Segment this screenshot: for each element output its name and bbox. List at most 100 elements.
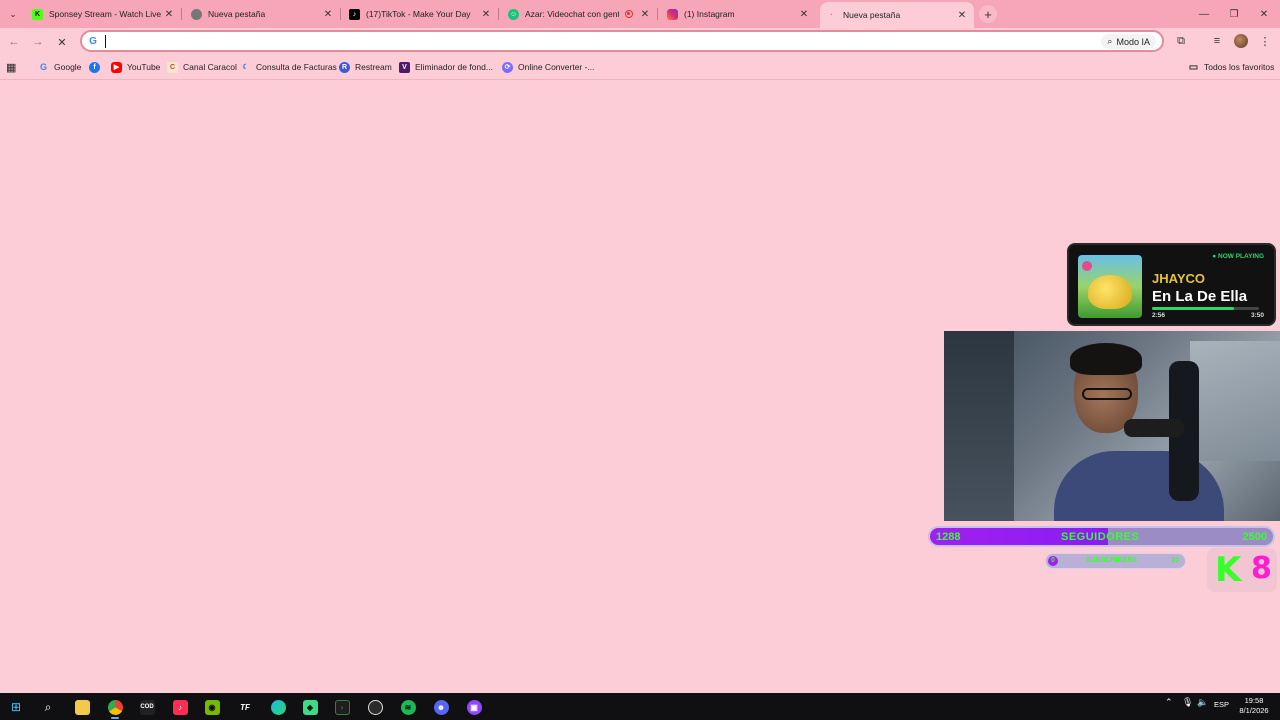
clock-date: 8/1/2026 bbox=[1239, 706, 1269, 715]
forward-button[interactable]: → bbox=[28, 33, 48, 51]
google-icon: G bbox=[89, 35, 97, 47]
show-hidden-icons-button[interactable]: ⌃ bbox=[1165, 697, 1173, 708]
media-controls-button[interactable]: ≡ bbox=[1209, 33, 1225, 49]
tab-tiktok[interactable]: ♪ (17)TikTok - Make Your Day ✕ bbox=[343, 4, 499, 24]
arrow-right-icon: → bbox=[32, 36, 44, 48]
search-icon: ⌕ bbox=[44, 699, 52, 714]
close-icon[interactable]: ✕ bbox=[480, 9, 492, 20]
extensions-button[interactable]: ⧉ bbox=[1173, 33, 1189, 49]
all-bookmarks-button[interactable]: ▭ Todos los favoritos bbox=[1188, 59, 1275, 75]
nvidia-icon: ◉ bbox=[204, 699, 220, 715]
close-icon[interactable]: ✕ bbox=[956, 10, 968, 21]
taskbar-tiktok[interactable]: ♪ bbox=[169, 696, 191, 718]
tab-search-button[interactable]: ⌄ bbox=[4, 5, 22, 23]
song-title: En La De Ella bbox=[1152, 288, 1248, 305]
windows-taskbar: ⊞ ⌕ COD ♪ ◉ TF ◈ › ≋ ☻ ▣ ⌃ 🎙 🔈 ESP 19:58… bbox=[0, 693, 1280, 720]
file-explorer-icon bbox=[74, 699, 90, 715]
taskbar-obs[interactable] bbox=[364, 696, 386, 718]
tab-azar[interactable]: ☺ Azar: Videochat con gente ✕ bbox=[502, 4, 658, 24]
kick-badge: K 8 bbox=[1207, 548, 1277, 592]
taskbar-nvidia[interactable]: ◉ bbox=[201, 696, 223, 718]
bookmark-online-converter[interactable]: ⟳ Online Converter -... bbox=[502, 59, 595, 75]
bookmark-eliminador-fondo[interactable]: V Eliminador de fond... bbox=[399, 59, 493, 75]
chevron-up-icon: ⌃ bbox=[1165, 697, 1173, 707]
taskbar-discord[interactable]: ☻ bbox=[430, 696, 452, 718]
follower-goal: 2500 bbox=[1242, 531, 1267, 543]
back-button[interactable]: ← bbox=[4, 33, 24, 51]
language-indicator[interactable]: ESP bbox=[1214, 700, 1229, 709]
more-vertical-icon: ⋮ bbox=[1259, 35, 1271, 48]
kick-logo: K bbox=[1215, 550, 1242, 590]
new-tab-button[interactable]: + bbox=[979, 5, 997, 23]
follower-count: 1288 bbox=[936, 531, 961, 543]
playlist-icon: ≡ bbox=[1213, 35, 1221, 47]
close-icon[interactable]: ✕ bbox=[163, 9, 175, 20]
taskbar-edge[interactable] bbox=[267, 696, 289, 718]
puzzle-icon: ⧉ bbox=[1177, 34, 1185, 47]
taskbar-call-of-duty[interactable]: COD bbox=[136, 696, 158, 718]
chevron-down-icon: ⌄ bbox=[9, 8, 17, 19]
system-clock[interactable]: 19:58 8/1/2026 bbox=[1236, 696, 1272, 716]
loading-icon: · bbox=[830, 11, 833, 19]
terminal-icon: › bbox=[334, 699, 350, 715]
subscriber-goal: 10 bbox=[1171, 557, 1179, 564]
close-icon: ✕ bbox=[57, 36, 67, 49]
address-bar[interactable]: G ⌕ Modo IA bbox=[80, 30, 1164, 52]
tab-sponsey-stream[interactable]: K Sponsey Stream - Watch Live o ✕ bbox=[26, 4, 182, 24]
arrow-left-icon: ← bbox=[8, 36, 20, 48]
taskbar-terminal[interactable]: › bbox=[331, 696, 353, 718]
ai-mode-button[interactable]: ⌕ Modo IA bbox=[1101, 34, 1156, 49]
folder-icon: ▭ bbox=[1188, 61, 1199, 73]
text-cursor bbox=[105, 35, 106, 48]
tab-nueva-pestana-active[interactable]: · Nueva pestaña ✕ bbox=[820, 2, 974, 28]
chrome-icon bbox=[107, 699, 123, 715]
bookmark-restream[interactable]: R Restream bbox=[339, 59, 392, 75]
bookmark-youtube[interactable]: ▶ YouTube bbox=[111, 59, 160, 75]
eliminador-icon: V bbox=[399, 61, 410, 73]
taskbar-tf[interactable]: TF bbox=[234, 696, 256, 718]
now-playing-badge: ● NOW PLAYING bbox=[1212, 253, 1264, 260]
tab-instagram[interactable]: (1) Instagram ✕ bbox=[661, 4, 816, 24]
google-icon: G bbox=[39, 62, 47, 72]
close-icon[interactable]: ✕ bbox=[639, 9, 651, 20]
taskbar-android-studio[interactable]: ◈ bbox=[299, 696, 321, 718]
bookmark-google[interactable]: G Google bbox=[38, 59, 81, 75]
close-window-button[interactable]: ✕ bbox=[1248, 0, 1280, 28]
bookmarks-bar: ▦ G Google f ▶ YouTube C Canal Caracol ☾… bbox=[0, 57, 1280, 77]
taskbar-file-explorer[interactable] bbox=[71, 696, 93, 718]
facebook-icon: f bbox=[89, 61, 100, 73]
tiktok-icon: ♪ bbox=[349, 8, 360, 20]
follower-goal-bar: 1288 SEGUIDORES 2500 bbox=[928, 526, 1275, 547]
tab-strip: ⌄ K Sponsey Stream - Watch Live o ✕ Nuev… bbox=[0, 0, 1280, 28]
restore-button[interactable]: ❐ bbox=[1218, 0, 1250, 28]
taskbar-twitch[interactable]: ▣ bbox=[463, 696, 485, 718]
subscriber-label: SUBSCRIBERS bbox=[1086, 557, 1137, 564]
bookmark-consulta-facturas[interactable]: ☾ Consulta de Facturas bbox=[240, 59, 336, 75]
menu-button[interactable]: ⋮ bbox=[1257, 33, 1273, 49]
total-time: 3:50 bbox=[1250, 312, 1264, 319]
minimize-button[interactable]: — bbox=[1188, 0, 1220, 28]
tab-nueva-pestana-1[interactable]: Nueva pestaña ✕ bbox=[185, 4, 341, 24]
microphone bbox=[1124, 419, 1184, 437]
volume-icon[interactable]: 🔈 bbox=[1197, 697, 1208, 708]
taskbar-chrome[interactable] bbox=[104, 696, 126, 719]
edge-icon bbox=[270, 699, 286, 715]
spotify-icon: ≋ bbox=[400, 699, 416, 715]
microphone-tray-icon[interactable]: 🎙 bbox=[1182, 697, 1193, 708]
windows-icon: ⊞ bbox=[10, 700, 22, 714]
taskbar-spotify[interactable]: ≋ bbox=[397, 696, 419, 718]
bookmark-facebook[interactable]: f bbox=[89, 59, 105, 75]
close-icon[interactable]: ✕ bbox=[322, 9, 334, 20]
subscriber-count: 0 bbox=[1051, 557, 1055, 564]
taskbar-search-button[interactable]: ⌕ bbox=[37, 696, 59, 718]
obs-icon bbox=[367, 699, 383, 715]
close-icon[interactable]: ✕ bbox=[798, 9, 810, 20]
kick-number: 8 bbox=[1251, 551, 1272, 586]
bookmark-canal-caracol[interactable]: C Canal Caracol bbox=[167, 59, 237, 75]
azar-icon: ☺ bbox=[508, 8, 519, 20]
apps-button[interactable]: ▦ bbox=[6, 59, 16, 75]
stop-loading-button[interactable]: ✕ bbox=[52, 33, 72, 51]
profile-avatar[interactable] bbox=[1234, 34, 1248, 48]
plus-icon: + bbox=[984, 6, 992, 22]
windows-start-button[interactable]: ⊞ bbox=[5, 696, 27, 718]
